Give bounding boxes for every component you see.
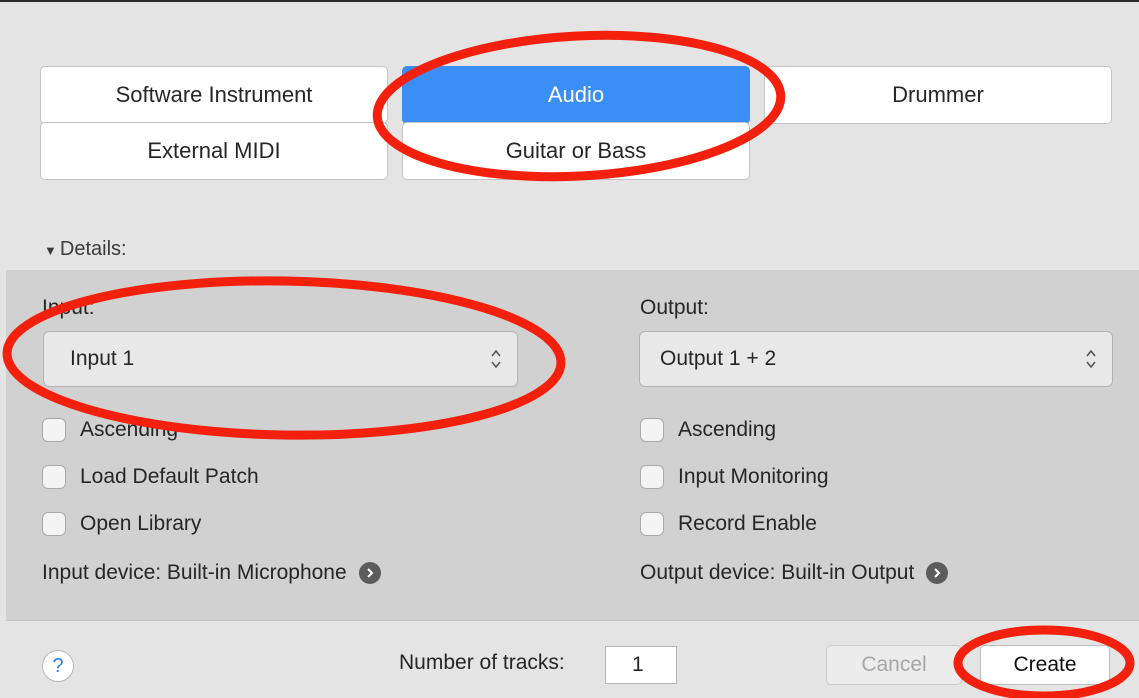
disclosure-triangle-icon: ▼ — [44, 243, 57, 258]
chevron-updown-icon — [491, 349, 501, 369]
load-default-patch-checkbox[interactable]: Load Default Patch — [42, 465, 259, 489]
checkbox-label: Open Library — [80, 512, 202, 535]
output-device-label: Output device: Built-in Output — [640, 561, 915, 584]
checkbox-label: Ascending — [80, 418, 179, 441]
footer-divider — [6, 620, 1139, 621]
checkbox-box[interactable] — [640, 418, 664, 442]
input-select[interactable]: Input 1 — [43, 331, 518, 387]
audio-button[interactable]: Audio — [402, 66, 750, 124]
checkbox-box[interactable] — [42, 465, 66, 489]
chevron-updown-icon — [1086, 349, 1096, 369]
output-ascending-checkbox[interactable]: Ascending — [640, 418, 776, 442]
input-device-row: Input device: Built-in Microphone — [42, 561, 381, 585]
cancel-label: Cancel — [861, 653, 927, 676]
checkbox-box[interactable] — [640, 465, 664, 489]
create-button[interactable]: Create — [980, 645, 1110, 685]
details-label: Details: — [59, 238, 127, 260]
arrow-right-circle-icon[interactable] — [358, 562, 381, 584]
external-midi-button[interactable]: External MIDI — [40, 122, 388, 180]
arrow-right-circle-icon[interactable] — [926, 562, 949, 584]
track-type-selector: Software Instrument Audio Drummer Extern… — [40, 66, 1112, 180]
drummer-label: Drummer — [892, 82, 984, 107]
guitar-or-bass-button[interactable]: Guitar or Bass — [402, 122, 750, 180]
help-icon: ? — [52, 654, 64, 677]
cancel-button[interactable]: Cancel — [826, 645, 962, 685]
details-disclosure[interactable]: ▼ Details: — [44, 238, 127, 261]
details-panel: Input: Input 1 Ascending Load Default Pa… — [6, 270, 1139, 620]
output-select[interactable]: Output 1 + 2 — [639, 331, 1113, 387]
input-label: Input: — [42, 296, 95, 319]
input-device-label: Input device: Built-in Microphone — [42, 561, 347, 584]
checkbox-box[interactable] — [640, 512, 664, 536]
record-enable-checkbox[interactable]: Record Enable — [640, 512, 817, 536]
output-label: Output: — [640, 296, 709, 319]
create-label: Create — [1013, 653, 1077, 676]
audio-label: Audio — [547, 82, 605, 107]
number-of-tracks-value: 1 — [632, 653, 644, 676]
drummer-button[interactable]: Drummer — [764, 66, 1112, 124]
software-instrument-button[interactable]: Software Instrument — [40, 66, 388, 124]
checkbox-label: Input Monitoring — [678, 465, 829, 488]
checkbox-label: Record Enable — [678, 512, 817, 535]
output-device-row: Output device: Built-in Output — [640, 561, 949, 585]
help-button[interactable]: ? — [42, 650, 74, 682]
checkbox-label: Load Default Patch — [80, 465, 259, 488]
top-border — [0, 0, 1139, 2]
input-ascending-checkbox[interactable]: Ascending — [42, 418, 178, 442]
output-select-value: Output 1 + 2 — [660, 347, 777, 370]
number-of-tracks-input[interactable]: 1 — [605, 646, 677, 684]
input-monitoring-checkbox[interactable]: Input Monitoring — [640, 465, 829, 489]
checkbox-box[interactable] — [42, 418, 66, 442]
input-select-value: Input 1 — [70, 347, 135, 370]
external-midi-label: External MIDI — [147, 138, 281, 163]
open-library-checkbox[interactable]: Open Library — [42, 512, 201, 536]
checkbox-label: Ascending — [678, 418, 777, 441]
guitar-or-bass-label: Guitar or Bass — [505, 138, 647, 163]
number-of-tracks-label: Number of tracks: — [399, 651, 565, 674]
software-instrument-label: Software Instrument — [115, 82, 313, 107]
checkbox-box[interactable] — [42, 512, 66, 536]
